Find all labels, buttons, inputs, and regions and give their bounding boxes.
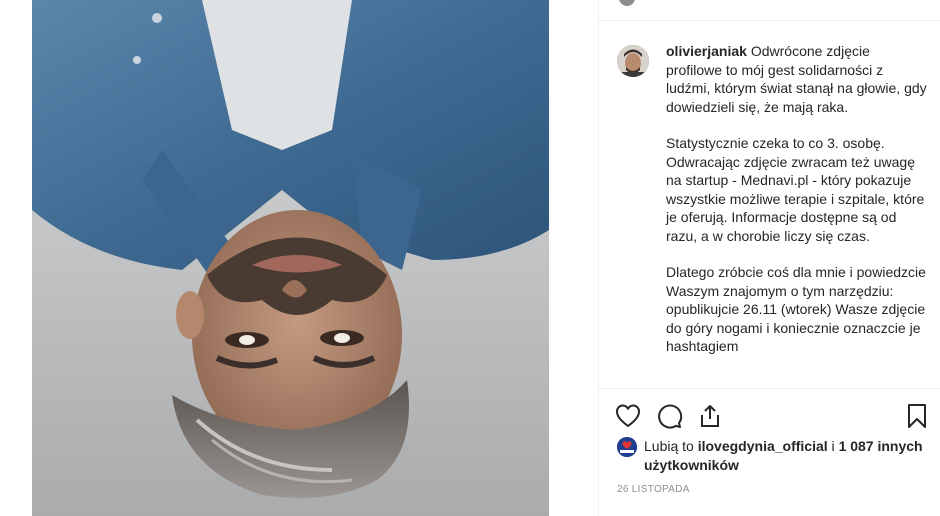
caption-scroll-area[interactable]: olivierjaniak Odwrócone zdjęcie profilow… xyxy=(617,42,929,376)
page-margin xyxy=(0,0,32,516)
comment-icon[interactable] xyxy=(655,402,683,430)
comment-icon-glyph xyxy=(658,404,683,429)
post-caption: olivierjaniak Odwrócone zdjęcie profilow… xyxy=(666,42,928,374)
share-icon[interactable] xyxy=(696,402,724,430)
likes-connector: i xyxy=(831,438,835,454)
header-divider xyxy=(599,20,940,21)
header-avatar[interactable] xyxy=(619,0,635,6)
liker-avatar[interactable] xyxy=(617,437,637,457)
liker-username[interactable]: ilovegdynia_official xyxy=(698,438,828,454)
heart-icon[interactable] xyxy=(614,402,642,430)
bookmark-icon[interactable] xyxy=(903,402,931,430)
author-avatar[interactable] xyxy=(617,45,649,77)
liker-avatar-image xyxy=(617,437,637,457)
post-side-panel: olivierjaniak Odwrócone zdjęcie profilow… xyxy=(598,0,940,516)
likes-prefix: Lubią to xyxy=(644,438,694,454)
likes-text: Lubią to ilovegdynia_official i 1 087 in… xyxy=(644,437,924,475)
post-image-drawing xyxy=(32,0,549,516)
bookmark-icon-glyph xyxy=(908,404,926,428)
actions-divider xyxy=(599,388,940,389)
post-image[interactable] xyxy=(32,0,549,516)
caption-paragraph-2: Statystycznie czeka to co 3. osobę. Odwr… xyxy=(666,135,925,244)
author-username[interactable]: olivierjaniak xyxy=(666,43,747,59)
author-avatar-image xyxy=(617,45,649,77)
heart-icon-glyph xyxy=(615,404,641,428)
caption-paragraph-3: Dlatego zróbcie coś dla mnie i powiedzci… xyxy=(666,264,926,354)
share-icon-glyph xyxy=(701,405,719,427)
post-date[interactable]: 26 LISTOPADA xyxy=(617,484,690,495)
